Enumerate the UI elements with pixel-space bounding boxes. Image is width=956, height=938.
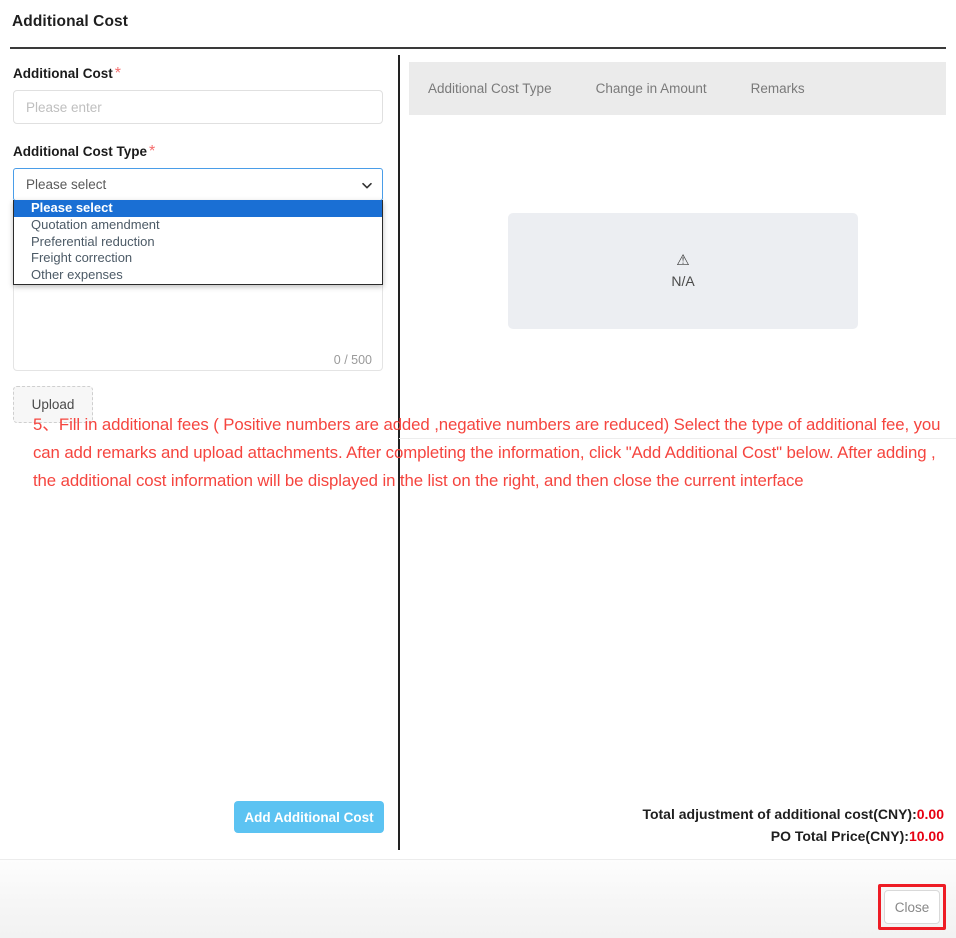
dialog-footer [0, 859, 956, 938]
close-button[interactable]: Close [884, 890, 940, 924]
add-additional-cost-button[interactable]: Add Additional Cost [234, 801, 384, 833]
po-total-row: PO Total Price(CNY):10.00 [642, 825, 944, 847]
additional-cost-type-label: Additional Cost Type * [13, 143, 156, 160]
column-header-change-amount: Change in Amount [595, 81, 707, 96]
additional-cost-type-select-wrap: Please select Please select Quotation am… [13, 168, 383, 285]
warning-triangle-icon: ⚠ [676, 252, 690, 269]
required-asterisk: * [114, 65, 121, 82]
total-adjustment-label: Total adjustment of additional cost(CNY)… [642, 806, 917, 822]
column-header-remarks: Remarks [750, 81, 805, 96]
dropdown-option[interactable]: Preferential reduction [14, 234, 382, 251]
empty-state: ⚠ N/A [508, 213, 858, 329]
total-adjustment-row: Total adjustment of additional cost(CNY)… [642, 803, 944, 825]
page-title: Additional Cost [12, 13, 129, 30]
total-adjustment-value: 0.00 [916, 806, 944, 822]
additional-cost-dialog: Additional Cost Additional Cost* Additio… [0, 0, 956, 938]
select-value: Please select [26, 177, 107, 192]
dropdown-option[interactable]: Please select [14, 200, 382, 217]
table-header-row: Additional Cost Type Change in Amount Re… [409, 62, 946, 115]
column-header-cost-type: Additional Cost Type [428, 81, 552, 96]
empty-state-text: N/A [671, 273, 695, 289]
dropdown-option[interactable]: Other expenses [14, 267, 382, 284]
remarks-char-counter: 0 / 500 [333, 353, 372, 367]
dropdown-option[interactable]: Freight correction [14, 250, 382, 267]
additional-cost-type-select[interactable]: Please select [13, 168, 383, 201]
additional-cost-input[interactable] [13, 90, 383, 124]
required-asterisk: * [149, 143, 156, 160]
po-total-label: PO Total Price(CNY): [770, 828, 909, 844]
cost-type-dropdown-list[interactable]: Please select Quotation amendment Prefer… [13, 200, 383, 285]
dropdown-option[interactable]: Quotation amendment [14, 217, 382, 234]
additional-cost-label: Additional Cost * [13, 65, 121, 82]
totals-block: Total adjustment of additional cost(CNY)… [642, 803, 944, 847]
instruction-note: 5、Fill in additional fees ( Positive num… [33, 415, 941, 490]
po-total-value: 10.00 [908, 828, 944, 844]
chevron-down-icon [361, 179, 372, 189]
title-divider [10, 47, 946, 49]
